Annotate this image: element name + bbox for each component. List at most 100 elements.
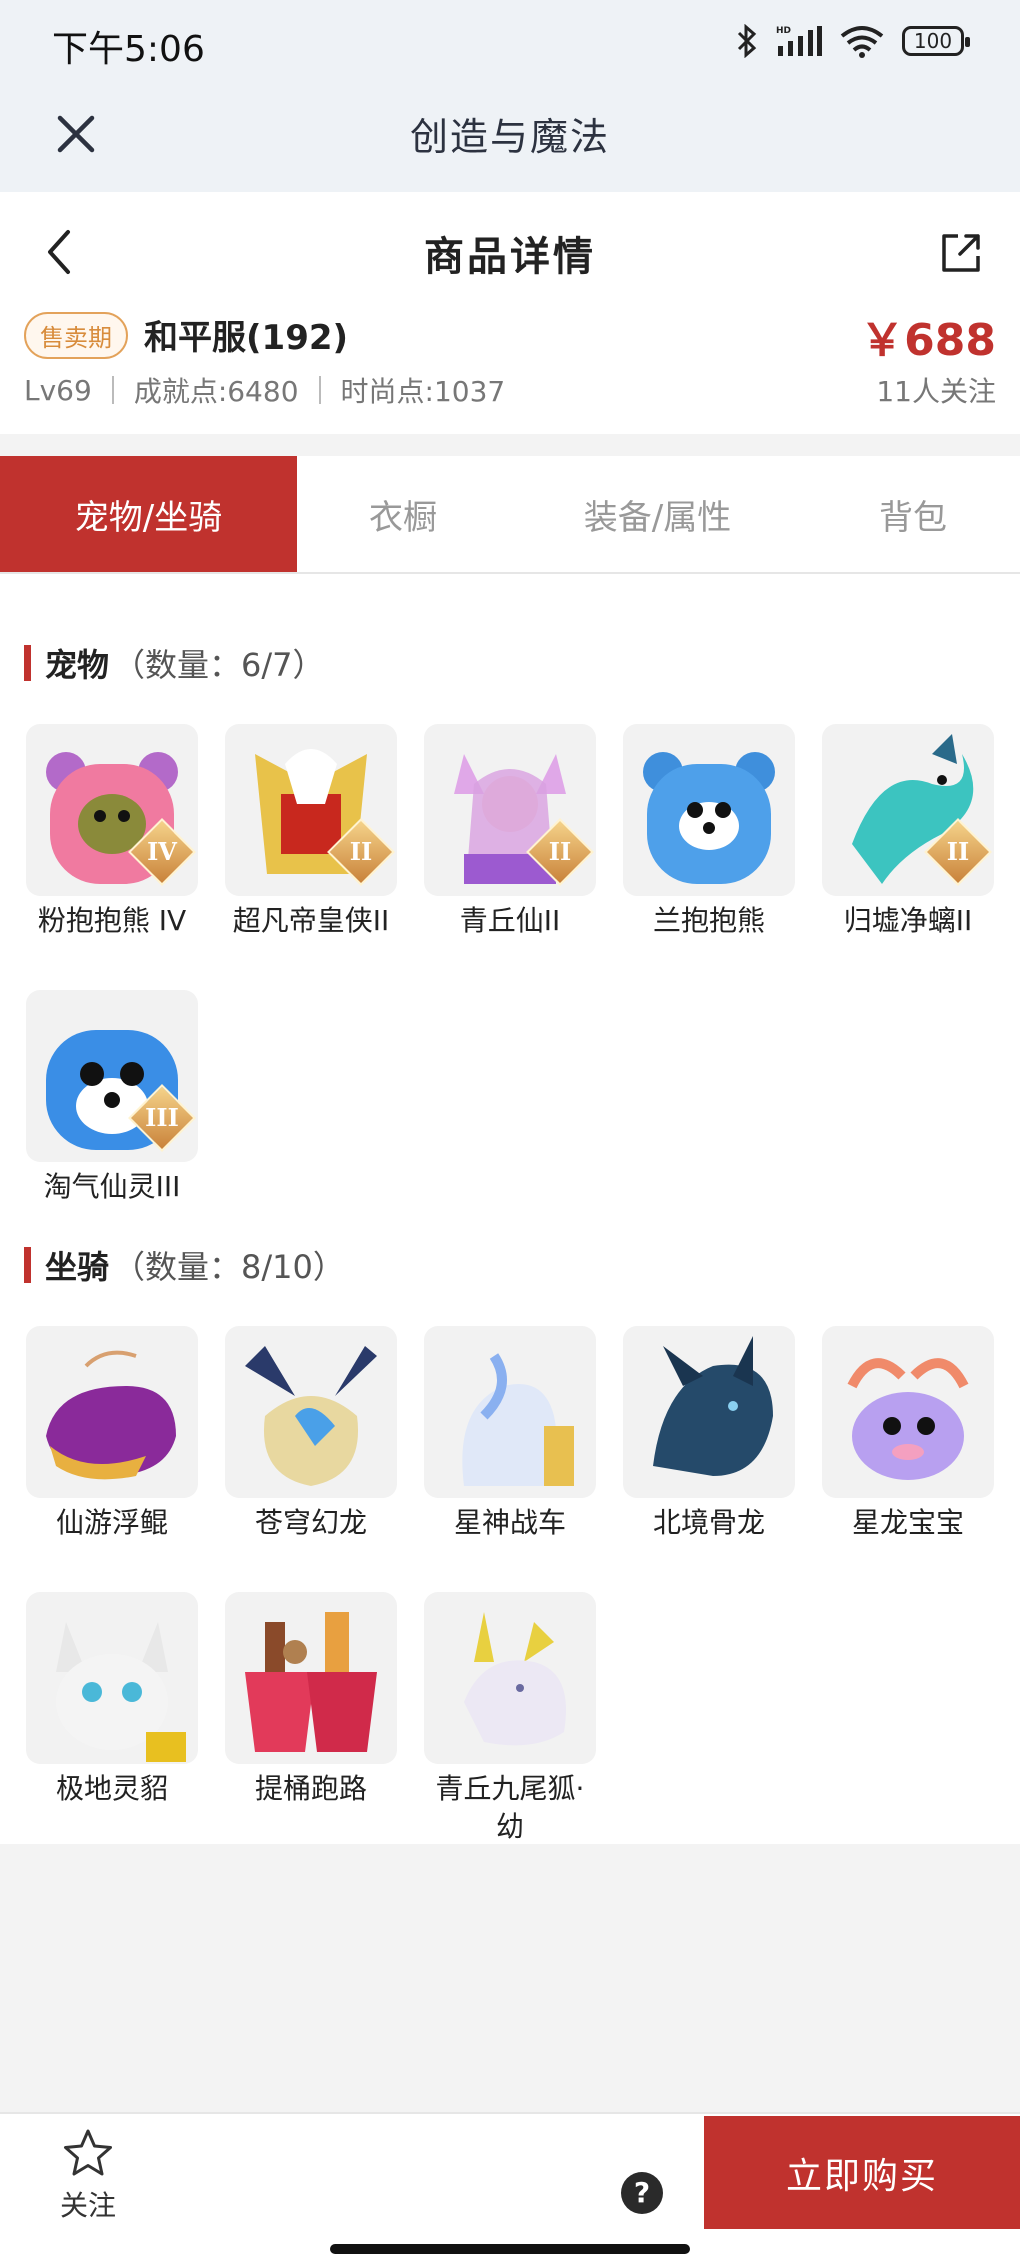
nine-tail-fox-icon	[424, 1592, 596, 1764]
buy-now-button[interactable]: 立即购买	[704, 2116, 1020, 2229]
pet-item[interactable]: II 超凡帝皇侠II	[225, 724, 397, 978]
server-name: 和平服(192)	[144, 318, 349, 358]
tab-wardrobe[interactable]: 衣橱	[297, 456, 509, 572]
nav-row: 商品详情	[0, 192, 1020, 312]
bucket-icon-art	[245, 1612, 377, 1752]
pet-name: 兰抱抱熊	[652, 904, 765, 937]
star-chariot-icon	[424, 1326, 596, 1498]
mount-item[interactable]: 星龙宝宝	[822, 1326, 994, 1580]
blue-puppy-icon: III	[26, 990, 198, 1162]
bone-dragon-icon	[623, 1326, 795, 1498]
polar-ferret-icon	[26, 1592, 198, 1764]
baby-dragon-icon-art	[847, 1358, 969, 1480]
blue-bear-icon	[623, 724, 795, 896]
status-time: 下午5:06	[52, 29, 205, 70]
mount-item[interactable]: 极地灵貂	[26, 1592, 198, 1846]
polar-ferret-icon-art	[56, 1622, 186, 1762]
section-gap	[0, 434, 1020, 456]
tier-badge-label: II	[548, 837, 572, 866]
fox-fairy-icon: II	[424, 724, 596, 896]
follow-button[interactable]: 关注	[50, 2128, 126, 2224]
detail-tabs: 宠物/坐骑 衣橱 装备/属性 背包	[0, 456, 1020, 574]
tab-pets-mounts[interactable]: 宠物/坐骑	[0, 456, 297, 572]
pet-item[interactable]: III 淘气仙灵III	[26, 990, 198, 1244]
pet-item[interactable]: IV 粉抱抱熊 IV	[26, 724, 198, 978]
star-chariot-icon-art	[462, 1353, 574, 1486]
mount-item[interactable]: 苍穹幻龙	[225, 1326, 397, 1580]
water-dragon-icon: II	[822, 724, 994, 896]
pink-bear-icon: IV	[26, 724, 198, 896]
mount-name: 青丘九尾狐·幼	[435, 1772, 585, 1843]
app-bar: 创造与魔法	[0, 90, 1020, 192]
star-icon	[64, 2129, 112, 2176]
page-title: 商品详情	[424, 234, 596, 280]
mount-item[interactable]: 提桶跑路	[225, 1592, 397, 1846]
battery-icon: 100	[902, 26, 970, 56]
mount-name: 北境骨龙	[652, 1506, 765, 1539]
pets-title: 宠物	[45, 646, 110, 684]
tier-badge-label: II	[349, 837, 373, 866]
fashion-points: 时尚点:1037	[340, 375, 506, 408]
bottom-action-bar: 关注 ? 立即购买	[0, 2112, 1020, 2267]
tier-badge-label: II	[946, 837, 970, 866]
status-icons: HD 100	[736, 24, 970, 58]
stats-divider	[111, 376, 114, 404]
pet-name: 粉抱抱熊 IV	[37, 904, 187, 937]
mount-item[interactable]: 仙游浮鲲	[26, 1326, 198, 1580]
follower-count: 11人关注	[876, 375, 996, 408]
share-icon[interactable]	[936, 228, 986, 278]
app-header-area: 下午5:06 HD 100 创造与魔法	[0, 0, 1020, 192]
mounts-grid: 仙游浮鲲 苍穹幻龙 星神战车 北境骨龙 星龙宝宝极地灵貂 提桶跑路 青丘九尾狐·幼	[26, 1326, 994, 1846]
mount-name: 提桶跑路	[254, 1772, 367, 1805]
app-title: 创造与魔法	[409, 115, 610, 159]
pet-item[interactable]: II 归墟净螭II	[822, 724, 994, 978]
mount-name: 仙游浮鲲	[55, 1506, 168, 1539]
mounts-count: （数量：8/10）	[113, 1248, 345, 1286]
bluetooth-icon	[737, 24, 757, 58]
stats-divider	[318, 376, 321, 404]
mount-name: 极地灵貂	[55, 1772, 168, 1805]
tab-backpack[interactable]: 背包	[806, 456, 1020, 572]
section-marker	[24, 1247, 31, 1283]
blue-bear-icon-art	[643, 752, 775, 884]
pet-name: 归墟净螭II	[843, 904, 973, 937]
product-header: 商品详情 售卖期 和平服(192) Lv69 成就点:6480 时尚点:1037…	[0, 192, 1020, 434]
mount-name: 苍穹幻龙	[254, 1506, 367, 1539]
tier-badge-label: III	[145, 1103, 179, 1132]
pet-item[interactable]: II 青丘仙II	[424, 724, 596, 978]
mount-item[interactable]: 青丘九尾狐·幼	[424, 1592, 596, 1846]
flying-whale-icon	[26, 1326, 198, 1498]
sky-dragon-icon	[225, 1326, 397, 1498]
tier-badge-label: IV	[147, 837, 177, 866]
pets-grid: IV 粉抱抱熊 IV II 超凡帝皇侠II II 青丘仙II 兰抱抱熊 II 归墟净螭II III…	[26, 724, 994, 1244]
sale-period-tag: 售卖期	[24, 312, 128, 359]
account-stats: Lv69 成就点:6480 时尚点:1037	[24, 370, 505, 410]
mounts-title: 坐骑	[45, 1248, 110, 1286]
armored-hero-icon: II	[225, 724, 397, 896]
svg-text:HD: HD	[776, 26, 791, 36]
signal-icon: HD	[776, 26, 822, 56]
home-indicator	[330, 2244, 690, 2254]
bucket-icon	[225, 1592, 397, 1764]
status-bar: 下午5:06 HD 100	[0, 0, 1020, 90]
mount-name: 星龙宝宝	[851, 1506, 964, 1539]
flying-whale-icon-art	[46, 1350, 176, 1480]
pet-item[interactable]: 兰抱抱熊	[623, 724, 795, 978]
pets-mounts-panel: 宠物 （数量：6/7） IV 粉抱抱熊 IV II 超凡帝皇侠II II 青丘仙II 兰抱抱…	[0, 574, 1020, 1844]
help-icon[interactable]: ?	[621, 2172, 663, 2214]
mount-name: 星神战车	[453, 1506, 566, 1539]
section-marker	[24, 645, 31, 681]
sky-dragon-icon-art	[245, 1346, 377, 1486]
mount-item[interactable]: 北境骨龙	[623, 1326, 795, 1580]
bone-dragon-icon-art	[653, 1336, 773, 1476]
mount-item[interactable]: 星神战车	[424, 1326, 596, 1580]
price: ￥688	[860, 315, 996, 366]
pet-name: 淘气仙灵III	[43, 1170, 181, 1203]
baby-dragon-icon	[822, 1326, 994, 1498]
pets-count: （数量：6/7）	[113, 646, 325, 684]
tab-equipment[interactable]: 装备/属性	[509, 456, 806, 572]
level-value: Lv69	[24, 373, 92, 407]
achievement-points: 成就点:6480	[133, 375, 299, 408]
pet-name: 青丘仙II	[459, 904, 561, 937]
pets-section-title: 宠物 （数量：6/7）	[24, 640, 325, 686]
